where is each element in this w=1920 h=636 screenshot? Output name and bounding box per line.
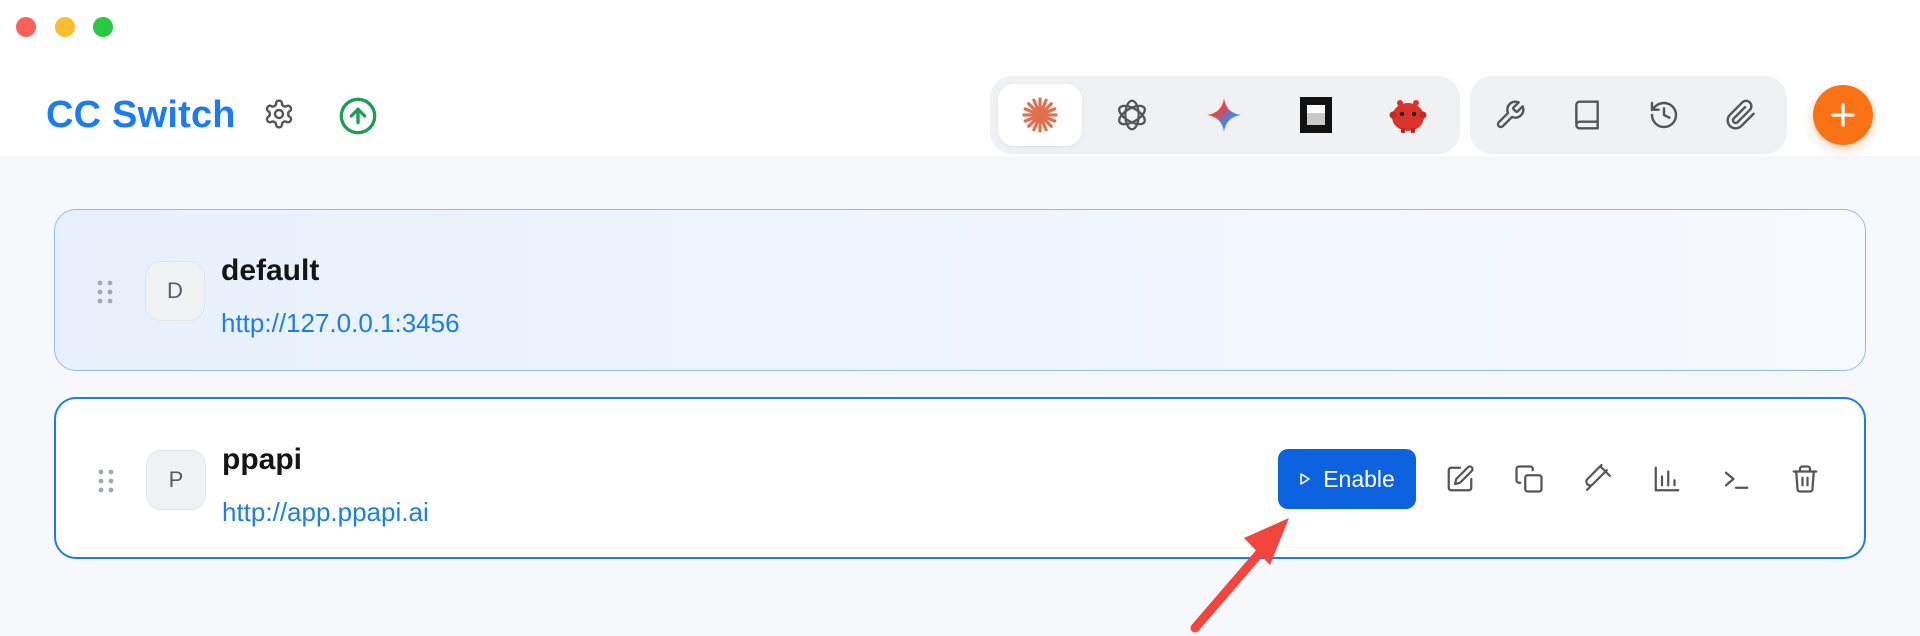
annotation-arrow-icon bbox=[1190, 518, 1289, 633]
app-window: CC Switch D default http://127.0.0.1:345… bbox=[0, 0, 1920, 636]
